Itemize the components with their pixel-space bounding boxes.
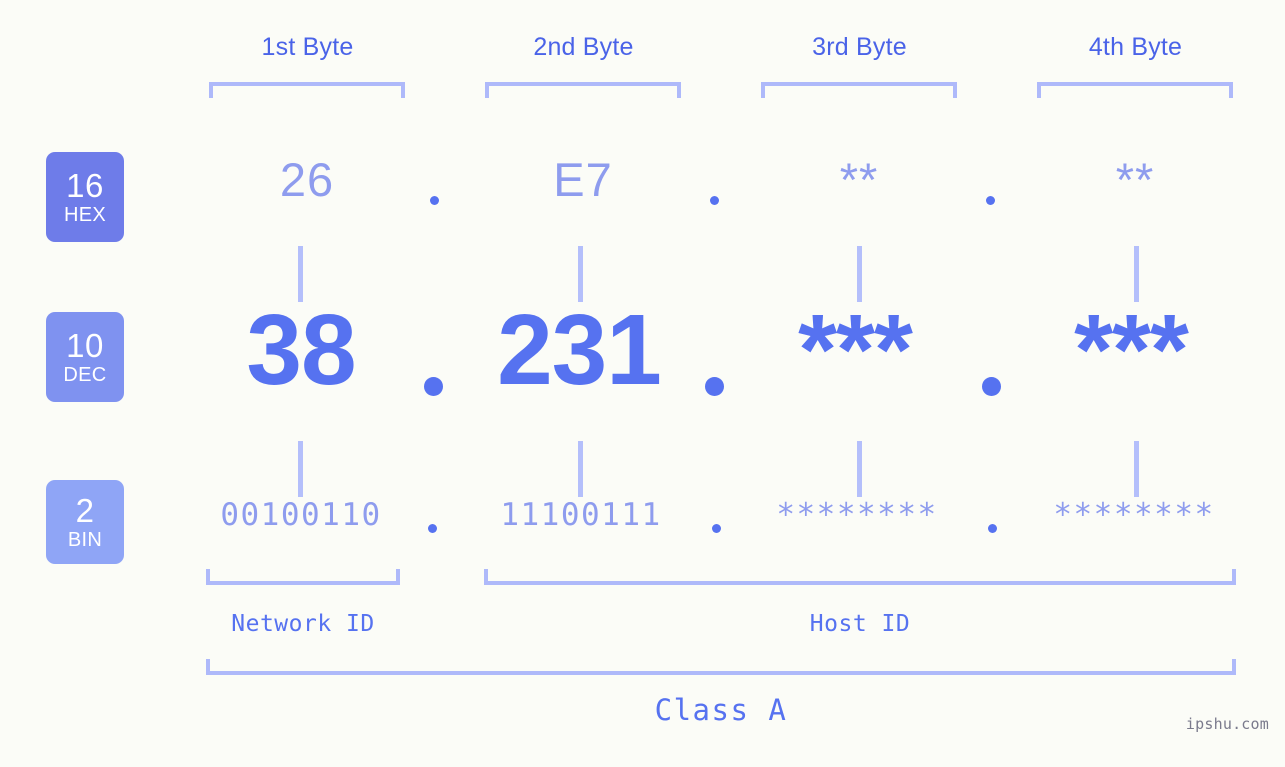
byte-header-label-1: 1st Byte [261,33,354,61]
class-label: Class A [654,693,788,727]
dec-separator-dot-2 [705,377,724,396]
hex-octet-2: E7 [553,153,613,206]
byte-header-label-3: 3rd Byte [812,33,907,61]
base-badge-dec-name: DEC [63,364,107,386]
base-badge-bin-name: BIN [67,529,103,551]
equals-sign-dec-bin-2 [572,441,588,497]
equals-sign-hex-dec-3 [851,246,867,302]
equals-sign-hex-dec-2 [572,246,588,302]
byte-header-label-4: 4th Byte [1088,33,1183,61]
hex-separator-dot-3 [986,196,995,205]
byte-bracket-top-4 [1037,82,1233,98]
base-badge-hex-name: HEX [63,204,107,226]
byte-header-label-2: 2nd Byte [533,33,634,61]
dec-separator-dot-1 [424,377,443,396]
bin-octet-2: 11100111 [500,497,662,533]
class-bracket [206,659,1236,675]
bin-separator-dot-2 [712,524,721,533]
hex-octet-1: 26 [279,153,335,206]
dec-octet-3: *** [798,294,913,406]
byte-bracket-top-3 [761,82,957,98]
equals-sign-hex-dec-1 [292,246,308,302]
network-id-label: Network ID [231,611,375,637]
host-id-label: Host ID [809,611,911,637]
host-id-bracket [484,569,1236,585]
site-watermark: ipshu.com [1185,715,1269,733]
bin-octet-3: ******** [776,497,938,533]
equals-sign-dec-bin-1 [292,441,308,497]
base-badge-bin-number: 2 [75,492,95,529]
dec-octet-2: 231 [497,294,662,406]
equals-sign-dec-bin-3 [851,441,867,497]
equals-sign-dec-bin-4 [1128,441,1144,497]
base-badge-hex-number: 16 [66,167,104,204]
base-badge-dec-number: 10 [66,327,104,364]
dec-octet-4: *** [1074,294,1189,406]
bin-octet-1: 00100110 [220,497,382,533]
bin-octet-4: ******** [1053,497,1215,533]
base-badge-dec: 10 DEC [46,312,124,402]
hex-octet-4: ** [1115,153,1155,206]
hex-separator-dot-1 [430,196,439,205]
base-badge-bin: 2 BIN [46,480,124,564]
base-badge-hex: 16 HEX [46,152,124,242]
dec-octet-1: 38 [246,294,356,406]
byte-bracket-top-2 [485,82,681,98]
equals-sign-hex-dec-4 [1128,246,1144,302]
byte-bracket-top-1 [209,82,405,98]
bin-separator-dot-3 [988,524,997,533]
network-id-bracket [206,569,400,585]
dec-separator-dot-3 [982,377,1001,396]
ip-byte-breakdown-diagram: 1st Byte 2nd Byte 3rd Byte 4th Byte 16 H… [0,0,1285,767]
hex-octet-3: ** [839,153,879,206]
bin-separator-dot-1 [428,524,437,533]
hex-separator-dot-2 [710,196,719,205]
